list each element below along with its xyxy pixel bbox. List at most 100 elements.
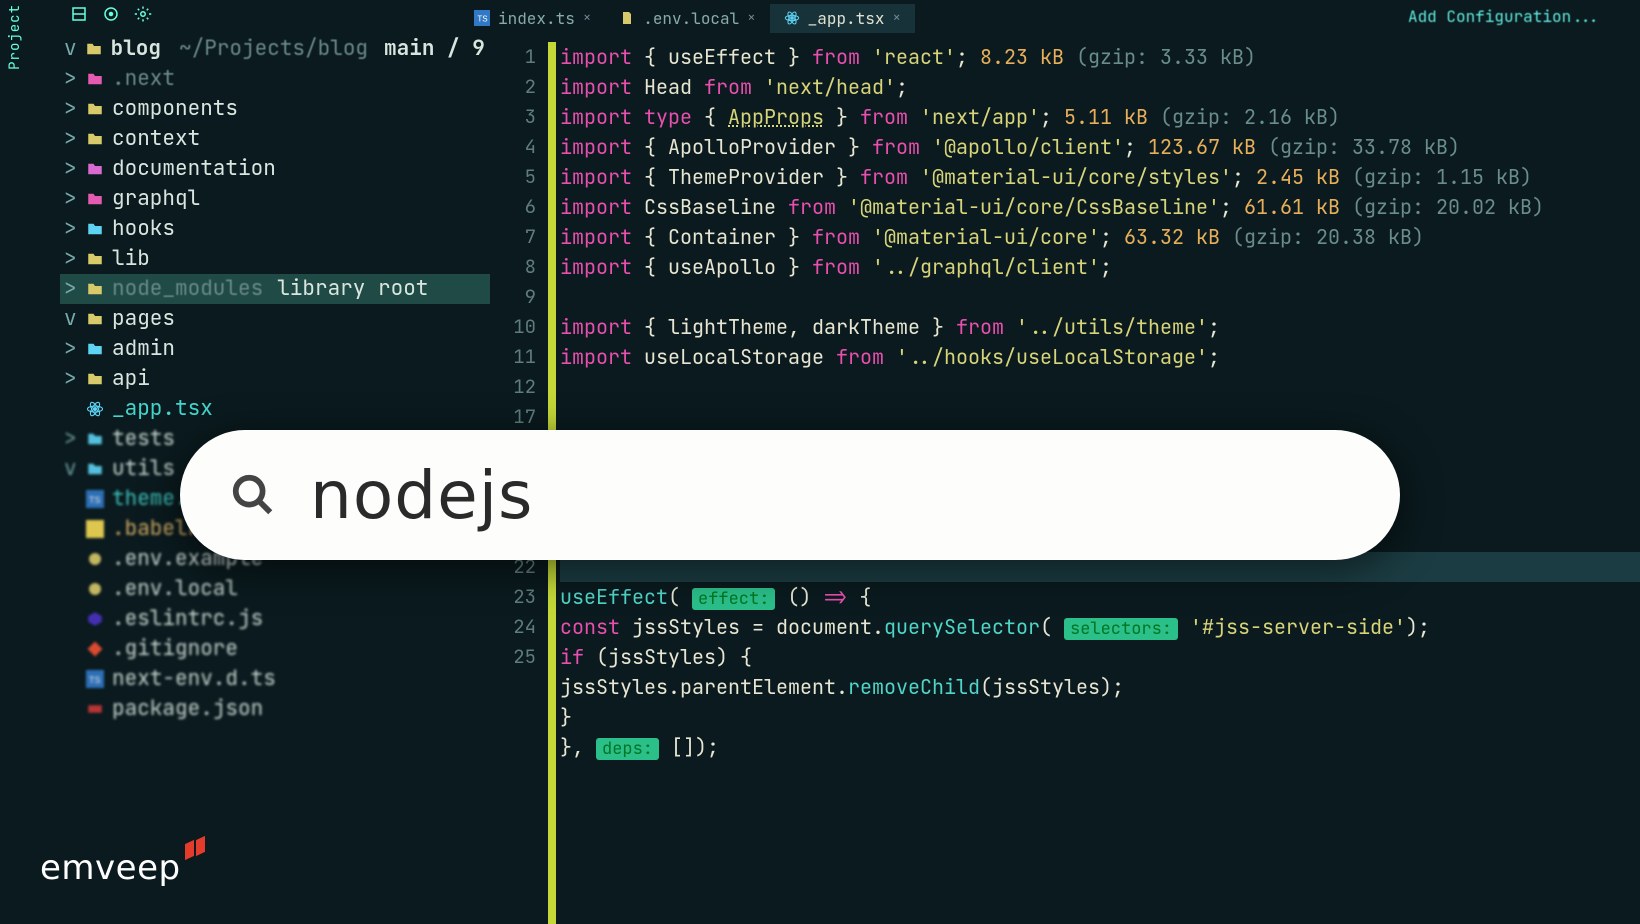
tree-item-pages[interactable]: vpages (60, 304, 490, 334)
tree-item-label: .eslintrc.js (112, 604, 263, 634)
tab-label: index.ts (498, 8, 575, 29)
tree-item-label: admin (112, 334, 175, 364)
code-line[interactable]: import { ThemeProvider } from '@material… (560, 162, 1640, 192)
line-number: 5 (500, 162, 546, 192)
tree-item-label: context (112, 124, 200, 154)
line-number: 10 (500, 312, 546, 342)
search-icon (230, 472, 276, 518)
close-icon[interactable]: × (583, 9, 591, 27)
chevron-icon[interactable]: > (64, 64, 78, 94)
chevron-icon[interactable]: > (64, 124, 78, 154)
line-number: 24 (500, 612, 546, 642)
editor-tab-_apptsx[interactable]: _app.tsx × (770, 4, 915, 33)
code-line[interactable]: import { useEffect } from 'react'; 8.23 … (560, 42, 1640, 72)
line-number: 8 (500, 252, 546, 282)
tree-item-label: utils (112, 454, 175, 484)
search-query-text[interactable]: nodejs (310, 457, 533, 534)
tree-item-lib[interactable]: > lib (60, 244, 490, 274)
code-line[interactable]: } (560, 702, 1640, 732)
line-number: 17 (500, 402, 546, 432)
settings-icon[interactable] (134, 5, 152, 28)
tree-item-next[interactable]: >.next (60, 64, 490, 94)
project-name: blog (111, 35, 161, 62)
chevron-icon[interactable]: > (64, 364, 78, 394)
editor-tab-indexts[interactable]: TSindex.ts× (460, 4, 605, 33)
chevron-icon[interactable]: > (64, 94, 78, 124)
line-number: 7 (500, 222, 546, 252)
tree-item-nextenvdts[interactable]: TSnext-env.d.ts (60, 664, 490, 694)
tree-item-packagejson[interactable]: package.json (60, 694, 490, 724)
collapse-icon[interactable] (70, 5, 88, 28)
line-number: 2 (500, 72, 546, 102)
code-line[interactable]: import { Container } from '@material-ui/… (560, 222, 1640, 252)
logo-mark-icon (185, 838, 205, 858)
add-configuration-link[interactable]: Add Configuration... (1408, 6, 1600, 27)
chevron-icon[interactable]: > (64, 154, 78, 184)
code-line[interactable]: useEffect( effect: () => { (560, 582, 1640, 612)
tab-label: _app.tsx (808, 8, 885, 29)
tree-item-context[interactable]: > context (60, 124, 490, 154)
tree-item-label: graphql (112, 184, 200, 214)
chevron-icon[interactable]: > (64, 214, 78, 244)
tree-item-label: .gitignore (112, 634, 238, 664)
tree-item-label: documentation (112, 154, 276, 184)
code-line[interactable] (560, 372, 1640, 402)
project-tool-label[interactable]: Project (6, 4, 24, 70)
tree-item-label: .env.local (112, 574, 238, 604)
code-line[interactable]: jssStyles.parentElement.removeChild(jssS… (560, 672, 1640, 702)
code-line[interactable]: const jssStyles = document.querySelector… (560, 612, 1640, 642)
tree-item-graphql[interactable]: > graphql (60, 184, 490, 214)
tree-item-envlocal[interactable]: .env.local (60, 574, 490, 604)
tree-item-label: lib (112, 244, 150, 274)
line-number: 9 (500, 282, 546, 312)
code-line[interactable]: import { ApolloProvider } from '@apollo/… (560, 132, 1640, 162)
code-line[interactable] (560, 762, 1640, 792)
project-path: ~/Projects/blog (179, 34, 368, 64)
code-line[interactable]: import Head from 'next/head'; (560, 72, 1640, 102)
chevron-icon[interactable]: v (64, 304, 78, 334)
git-branch: main / 9 △ (384, 35, 490, 62)
tree-item-api[interactable]: > api (60, 364, 490, 394)
project-root-row[interactable]: v blog ~/Projects/blog main / 9 △ (60, 34, 490, 64)
tree-item-gitignore[interactable]: .gitignore (60, 634, 490, 664)
locate-icon[interactable] (102, 5, 120, 28)
tree-item-_apptsx[interactable]: _app.tsx (60, 394, 490, 424)
close-icon[interactable]: × (892, 9, 900, 27)
tree-item-components[interactable]: > components (60, 94, 490, 124)
chevron-icon[interactable]: > (64, 274, 78, 304)
editor-tab-bar: TSindex.ts×.env.local×_app.tsx× (460, 0, 915, 36)
tree-item-admin[interactable]: > admin (60, 334, 490, 364)
line-number: 3 (500, 102, 546, 132)
editor-tab-envlocal[interactable]: .env.local× (605, 4, 769, 33)
code-line[interactable] (560, 282, 1640, 312)
line-number: 12 (500, 372, 546, 402)
editor-code-area[interactable]: import { useEffect } from 'react'; 8.23 … (560, 42, 1640, 792)
chevron-icon[interactable]: > (64, 424, 78, 454)
search-overlay[interactable]: nodejs (180, 430, 1400, 560)
code-line[interactable]: import type { AppProps } from 'next/app'… (560, 102, 1640, 132)
tree-item-hooks[interactable]: >hooks (60, 214, 490, 244)
line-number: 23 (500, 582, 546, 612)
line-number: 25 (500, 642, 546, 672)
close-icon[interactable]: × (747, 9, 755, 27)
tree-item-eslintrcjs[interactable]: .eslintrc.js (60, 604, 490, 634)
code-line[interactable]: import { lightTheme, darkTheme } from '.… (560, 312, 1640, 342)
chevron-icon[interactable]: v (64, 454, 78, 484)
tree-item-label: components (112, 94, 238, 124)
tree-item-label: tests (112, 424, 175, 454)
svg-text:TS: TS (89, 495, 101, 505)
chevron-icon[interactable]: > (64, 184, 78, 214)
tree-item-suffix: library root (277, 274, 428, 304)
tree-item-label: node_modules (112, 274, 263, 304)
tree-item-label: api (112, 364, 150, 394)
code-line[interactable]: if (jssStyles) { (560, 642, 1640, 672)
code-line[interactable]: import { useApollo } from '../graphql/cl… (560, 252, 1640, 282)
code-line[interactable]: import useLocalStorage from '../hooks/us… (560, 342, 1640, 372)
chevron-icon[interactable]: > (64, 334, 78, 364)
code-line[interactable]: }, deps: []); (560, 732, 1640, 762)
tree-item-node_modules[interactable]: > node_modules library root (60, 274, 490, 304)
tree-item-documentation[interactable]: > documentation (60, 154, 490, 184)
chevron-icon[interactable]: > (64, 244, 78, 274)
code-line[interactable] (560, 402, 1640, 432)
code-line[interactable]: import CssBaseline from '@material-ui/co… (560, 192, 1640, 222)
